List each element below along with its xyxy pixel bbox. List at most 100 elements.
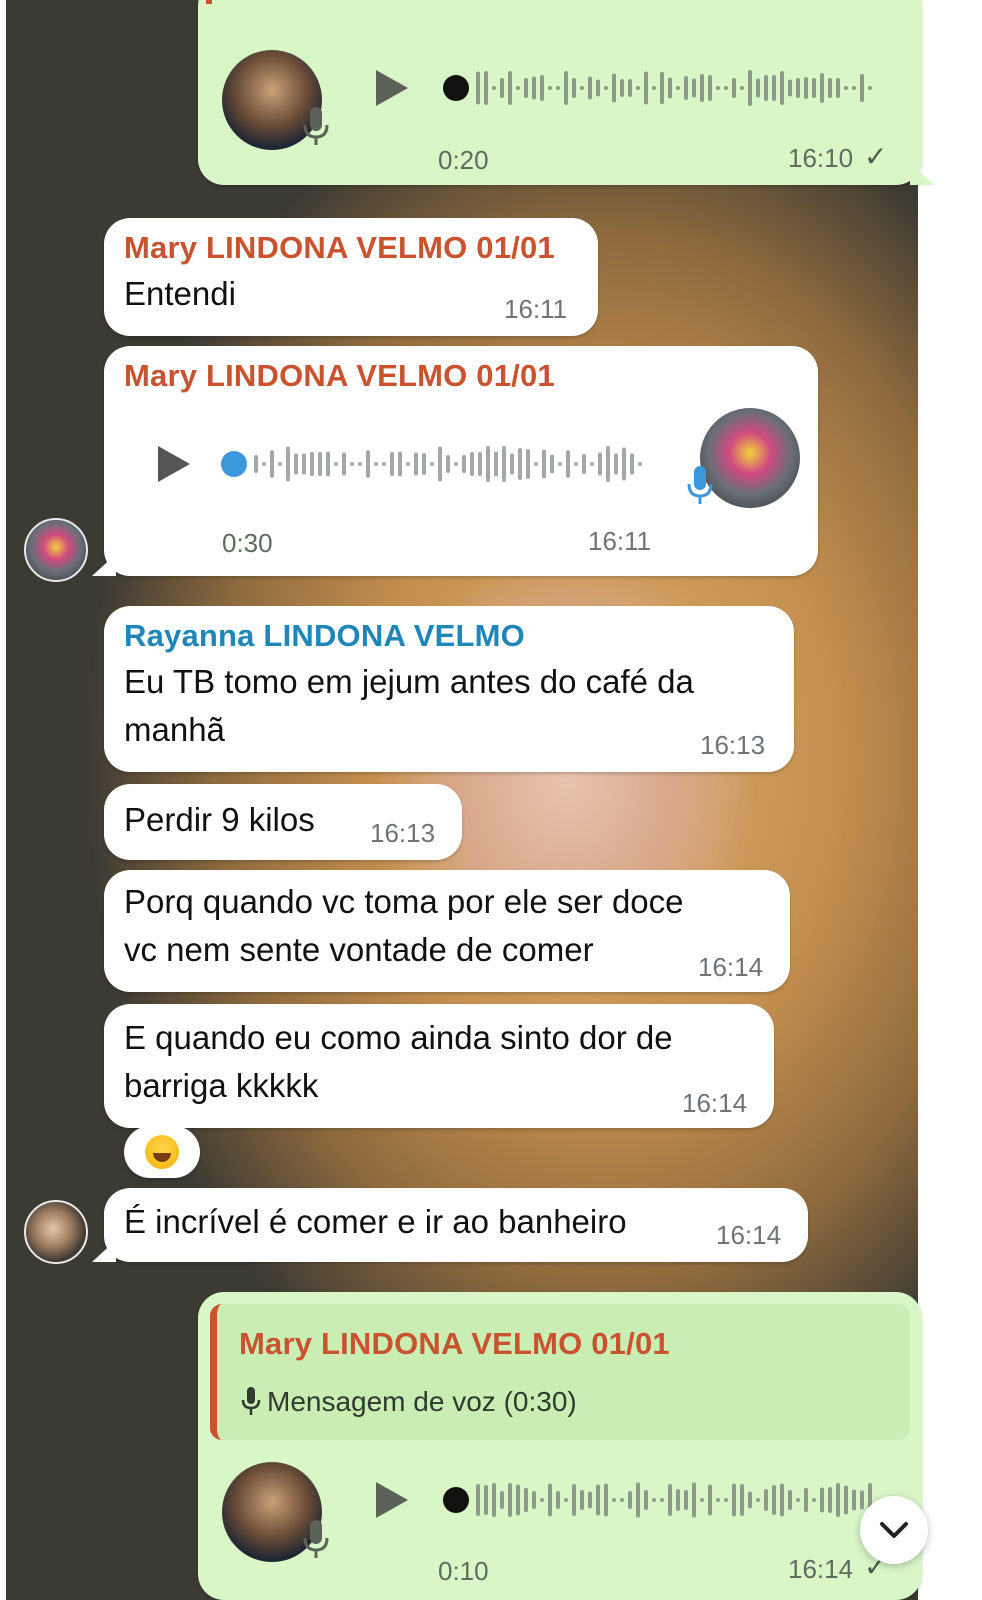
waveform-bar xyxy=(532,76,536,100)
reaction-badge[interactable] xyxy=(124,1126,200,1178)
waveform-bar xyxy=(334,462,338,466)
scroll-down-button[interactable] xyxy=(860,1496,928,1564)
waveform-bar xyxy=(796,1498,800,1502)
message-bubble[interactable]: Porq quando vc toma por ele ser doce vc … xyxy=(104,870,790,992)
waveform-bar xyxy=(540,1498,544,1502)
waveform-bar xyxy=(684,1490,688,1510)
waveform-bar xyxy=(524,1488,528,1512)
voice-message-incoming[interactable]: Mary LINDONA VELMO 01/01 0:30 16:11 xyxy=(104,346,818,576)
message-text: Entendi xyxy=(124,275,236,312)
waveform-bar xyxy=(526,449,530,479)
voice-duration: 0:20 xyxy=(438,145,489,175)
voice-message-outgoing[interactable]: Mary LINDONA VELMO 01/01 Mensagem de voz… xyxy=(198,1292,922,1600)
waveform-bar xyxy=(628,1491,632,1509)
waveform-bar xyxy=(398,451,402,477)
waveform-bar xyxy=(438,446,442,482)
laughing-emoji-icon xyxy=(145,1135,179,1169)
message-text: Perdir 9 kilos xyxy=(124,801,315,838)
message-text: É incrível é comer e ir ao banheiro xyxy=(124,1203,627,1240)
waveform-bar xyxy=(502,446,506,482)
waveform-bar xyxy=(860,74,864,102)
waveform-bar xyxy=(382,462,386,466)
waveform-bar xyxy=(732,1483,736,1517)
waveform-bar xyxy=(740,1484,744,1516)
message-bubble[interactable]: Perdir 9 kilos 16:13 xyxy=(104,784,462,860)
waveform-bar xyxy=(638,462,642,466)
waveform-bar xyxy=(516,86,520,90)
waveform-bar xyxy=(780,1483,784,1517)
waveform-bar xyxy=(700,1498,704,1502)
waveform-bar xyxy=(604,1483,608,1517)
message-bubble[interactable]: Mary LINDONA VELMO 01/01 Entendi 16:11 xyxy=(104,218,598,336)
waveform-bar xyxy=(596,79,600,97)
waveform-bar xyxy=(326,451,330,477)
waveform-bar xyxy=(590,462,594,466)
waveform-bar xyxy=(486,446,490,482)
waveform-bar xyxy=(582,454,586,474)
waveform-bar xyxy=(484,1485,488,1515)
waveform-bar xyxy=(868,86,872,90)
microphone-icon xyxy=(687,466,713,504)
waveform-bar xyxy=(812,78,816,98)
sender-name: Rayanna LINDONA VELMO xyxy=(124,618,525,653)
sender-avatar xyxy=(24,1200,88,1264)
waveform-bar xyxy=(796,78,800,98)
play-icon[interactable] xyxy=(376,1482,408,1518)
waveform-bar xyxy=(612,1498,616,1502)
waveform-bar xyxy=(620,79,624,97)
message-time: 16:14 xyxy=(698,952,764,982)
reply-quote[interactable]: Mary LINDONA VELMO 01/01 Mensagem de voz… xyxy=(210,1304,910,1440)
waveform-bar xyxy=(652,1498,656,1502)
voice-waveform[interactable] xyxy=(442,66,888,110)
waveform-bar xyxy=(342,452,346,476)
waveform-bar xyxy=(644,71,648,105)
waveform-bar xyxy=(598,452,602,476)
waveform-bar xyxy=(836,78,840,98)
waveform-bar xyxy=(470,452,474,476)
waveform-bar xyxy=(772,75,776,101)
waveform-bar xyxy=(542,449,546,479)
microphone-icon xyxy=(303,107,329,145)
waveform-bar xyxy=(302,453,306,475)
voice-message-outgoing[interactable]: 0:20 16:10 ✓ xyxy=(198,0,922,185)
waveform-bar xyxy=(566,450,570,478)
voice-waveform[interactable] xyxy=(220,442,660,486)
waveform-bar xyxy=(748,1491,752,1509)
waveform-bar xyxy=(724,1498,728,1502)
waveform-bar xyxy=(748,70,752,106)
waveform-bar xyxy=(764,1489,768,1511)
message-time: 16:13 xyxy=(700,730,766,760)
message-bubble[interactable]: É incrível é comer e ir ao banheiro 16:1… xyxy=(104,1188,808,1262)
waveform-bar xyxy=(318,452,322,476)
message-time: 16:11 xyxy=(588,526,652,556)
waveform-bar xyxy=(374,462,378,466)
waveform-bar xyxy=(676,1489,680,1511)
waveform-bar xyxy=(390,452,394,476)
waveform-bar xyxy=(844,1485,848,1515)
waveform-bar xyxy=(788,1490,792,1510)
waveform-bar xyxy=(852,86,856,90)
play-icon[interactable] xyxy=(158,446,190,482)
sender-name: Mary LINDONA VELMO 01/01 xyxy=(124,358,555,393)
waveform-bar xyxy=(836,1483,840,1517)
waveform-bar xyxy=(556,86,560,90)
waveform-bar xyxy=(476,71,480,105)
waveform-bar xyxy=(804,77,808,99)
voice-waveform[interactable] xyxy=(442,1478,888,1522)
waveform-bar xyxy=(500,78,504,98)
waveform-bar xyxy=(270,450,274,478)
waveform-bar xyxy=(708,1484,712,1516)
message-bubble[interactable]: E quando eu como ainda sinto dor de barr… xyxy=(104,1004,774,1128)
waveform-bar xyxy=(518,448,522,480)
waveform-bar xyxy=(684,76,688,100)
waveform-bar xyxy=(622,447,626,481)
waveform-bar xyxy=(828,78,832,98)
play-icon[interactable] xyxy=(376,70,408,106)
waveform-bar xyxy=(628,79,632,97)
waveform-bar xyxy=(756,78,760,98)
waveform-bar xyxy=(804,1488,808,1512)
waveform-bar xyxy=(548,1483,552,1517)
message-bubble[interactable]: Rayanna LINDONA VELMO Eu TB tomo em jeju… xyxy=(104,606,794,772)
waveform-bar xyxy=(700,74,704,102)
waveform-bar xyxy=(660,72,664,104)
